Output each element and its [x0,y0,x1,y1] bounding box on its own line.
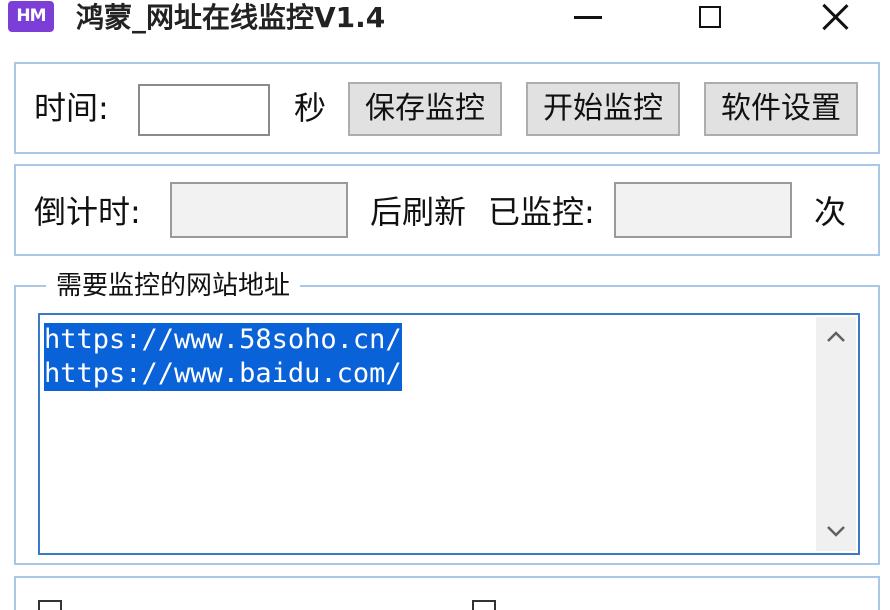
url-textarea[interactable]: https://www.58soho.cn/ https://www.baidu… [38,313,860,555]
url-line: https://www.baidu.com/ [44,357,402,391]
timer-settings-panel: 时间: 秒 保存监控 开始监控 软件设置 [14,62,880,154]
times-label: 次 [814,193,847,231]
close-button[interactable] [800,0,870,34]
monitored-count-field [614,182,792,238]
title-bar: HM 鸿蒙_网址在线监控V1.4 [0,0,890,46]
options-panel [14,576,880,610]
software-settings-button[interactable]: 软件设置 [704,82,858,136]
countdown-field [170,182,348,238]
refresh-label: 后刷新 [370,193,467,231]
checkbox-box[interactable] [472,600,496,610]
save-monitor-button[interactable]: 保存监控 [348,82,502,136]
time-label: 时间: [34,89,109,127]
chevron-down-icon[interactable] [816,511,856,551]
window-title: 鸿蒙_网址在线监控V1.4 [76,1,386,34]
countdown-label: 倒计时: [34,193,141,231]
seconds-label: 秒 [294,89,327,127]
maximize-icon [699,6,721,28]
monitored-label: 已监控: [488,193,595,231]
url-line: https://www.58soho.cn/ [44,323,402,357]
minimize-icon [574,15,602,19]
minimize-button[interactable] [553,0,623,34]
close-icon [820,2,850,32]
countdown-panel: 倒计时: 后刷新 已监控: 次 [14,164,880,256]
maximize-button[interactable] [675,0,745,34]
app-logo-icon: HM [8,1,54,32]
start-monitor-button[interactable]: 开始监控 [526,82,680,136]
url-group-legend: 需要监控的网站地址 [46,265,301,302]
time-input[interactable] [138,84,270,136]
checkbox-box[interactable] [38,600,62,610]
app-window: HM 鸿蒙_网址在线监控V1.4 时间: 秒 保存监控 开始监控 软件设置 倒计… [0,0,890,610]
chevron-up-icon[interactable] [816,317,856,357]
option-checkbox-1[interactable] [38,600,70,610]
url-group: 需要监控的网站地址 https://www.58soho.cn/ https:/… [14,265,880,565]
vertical-scrollbar[interactable] [816,317,856,551]
option-checkbox-2[interactable] [472,600,504,610]
